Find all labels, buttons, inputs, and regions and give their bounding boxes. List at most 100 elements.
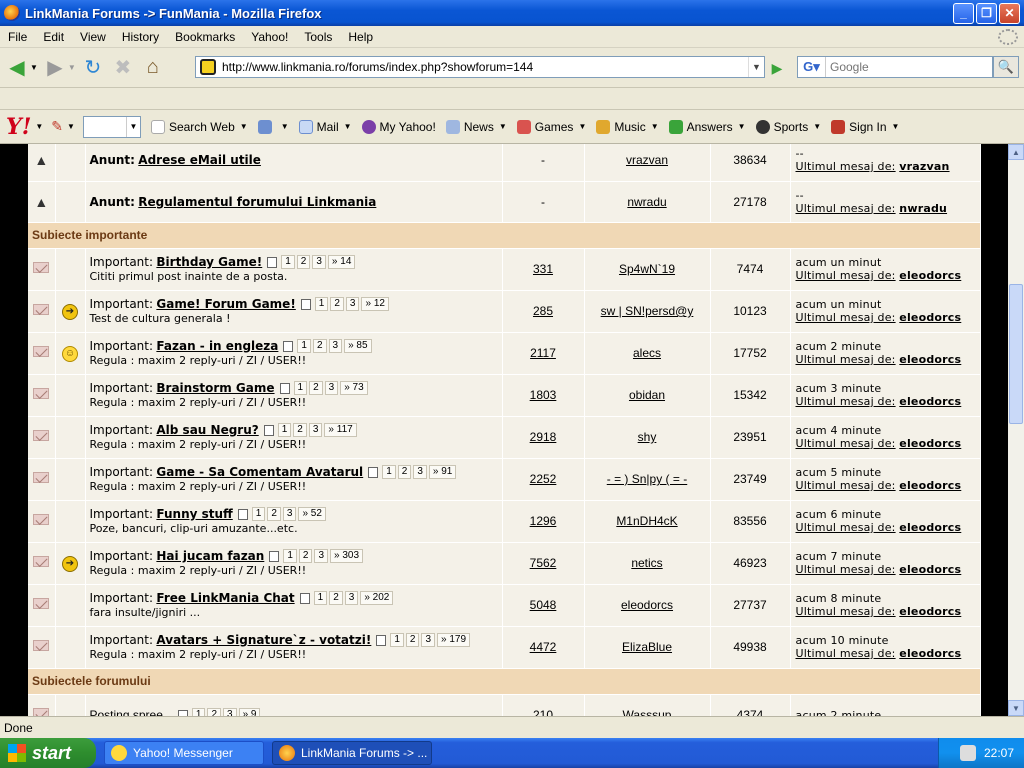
search-web-button[interactable]: Search Web ▼ xyxy=(150,119,248,134)
topic-author-link[interactable]: sw | SN!persd@y xyxy=(601,304,694,318)
topic-replies-link[interactable]: 2252 xyxy=(530,472,557,486)
page-link[interactable]: 1 xyxy=(314,297,329,312)
page-link[interactable]: 1 xyxy=(283,549,297,564)
page-link[interactable]: 3 xyxy=(314,549,329,564)
pencil-icon[interactable]: ✎ xyxy=(51,118,63,135)
topic-replies-link[interactable]: 2918 xyxy=(530,430,557,444)
answers-button[interactable]: Answers ▼ xyxy=(668,119,746,134)
scroll-up-icon[interactable]: ▲ xyxy=(1008,144,1024,160)
page-link[interactable]: 2 xyxy=(405,633,420,648)
page-link[interactable]: 2 xyxy=(309,381,323,396)
menu-file[interactable]: File xyxy=(0,30,35,44)
topic-title-link[interactable]: Posting spree... xyxy=(90,708,173,716)
page-link[interactable]: 3 xyxy=(421,633,436,648)
announcement-author-link[interactable]: nwradu xyxy=(627,195,666,209)
page-link[interactable]: 2 xyxy=(298,549,313,564)
topic-author-link[interactable]: Sp4wN`19 xyxy=(619,262,675,276)
menu-bookmarks[interactable]: Bookmarks xyxy=(167,30,243,44)
page-link[interactable]: 3 xyxy=(223,708,237,716)
last-post-label[interactable]: Ultimul mesaj de: xyxy=(796,269,896,282)
menu-edit[interactable]: Edit xyxy=(35,30,72,44)
mail-dropdown-icon[interactable]: ▼ xyxy=(344,122,352,131)
last-post-label[interactable]: Ultimul mesaj de: xyxy=(796,521,896,534)
topic-replies-link[interactable]: 285 xyxy=(533,304,553,318)
page-link[interactable]: » 52 xyxy=(298,507,326,522)
announcement-author-link[interactable]: vrazvan xyxy=(626,153,668,167)
sports-button[interactable]: Sports ▼ xyxy=(755,119,821,134)
shield-dropdown-icon[interactable]: ▼ xyxy=(281,122,289,131)
page-link[interactable]: » 179 xyxy=(437,633,471,648)
last-post-author[interactable]: eleodorcs xyxy=(899,395,961,408)
restore-button[interactable]: ❐ xyxy=(976,2,997,24)
search-web-dropdown-icon[interactable]: ▼ xyxy=(240,122,248,131)
last-post-label[interactable]: Ultimul mesaj de: xyxy=(796,437,896,450)
page-link[interactable]: 3 xyxy=(344,591,359,606)
last-post-author[interactable]: eleodorcs xyxy=(899,521,961,534)
pencil-dropdown-icon[interactable]: ▼ xyxy=(67,122,75,131)
page-link[interactable]: » 14 xyxy=(327,255,356,270)
vertical-scrollbar[interactable]: ▲ ▼ xyxy=(1008,144,1024,716)
page-link[interactable]: 3 xyxy=(328,339,343,354)
page-link[interactable]: 2 xyxy=(296,255,311,270)
back-arrow-icon[interactable]: ◀ xyxy=(4,55,30,81)
page-link[interactable]: 2 xyxy=(329,591,343,606)
page-link[interactable]: 3 xyxy=(324,381,339,396)
last-post-label[interactable]: Ultimul mesaj de: xyxy=(796,479,896,492)
page-link[interactable]: 1 xyxy=(382,465,396,480)
start-button[interactable]: start xyxy=(0,738,96,768)
topic-author-link[interactable]: eleodorcs xyxy=(621,598,673,612)
topic-title-link[interactable]: Hai jucam fazan xyxy=(156,549,264,563)
page-link[interactable]: » 12 xyxy=(361,297,389,312)
page-link[interactable]: 2 xyxy=(397,465,412,480)
yahoo-search-dropdown-icon[interactable]: ▼ xyxy=(125,116,140,137)
last-post-author[interactable]: eleodorcs xyxy=(899,353,961,366)
page-link[interactable]: » 85 xyxy=(344,339,372,354)
yahoo-search-input[interactable]: ▼ xyxy=(82,115,141,138)
tray-network-icon[interactable] xyxy=(959,745,976,761)
menu-history[interactable]: History xyxy=(114,30,167,44)
page-link[interactable]: 1 xyxy=(277,423,292,438)
stop-icon[interactable]: ✖ xyxy=(110,55,136,81)
topic-author-link[interactable]: obidan xyxy=(629,388,665,402)
page-link[interactable]: 2 xyxy=(267,507,281,522)
last-post-author[interactable]: eleodorcs xyxy=(899,605,961,618)
home-icon[interactable]: ⌂ xyxy=(140,55,166,81)
menu-yahoo[interactable]: Yahoo! xyxy=(243,30,296,44)
news-dropdown-icon[interactable]: ▼ xyxy=(499,122,507,131)
topic-replies-link[interactable]: 331 xyxy=(533,262,553,276)
topic-author-link[interactable]: ElizaBlue xyxy=(622,640,672,654)
yahoo-logo[interactable]: Y! xyxy=(6,114,31,140)
announcement-title-link[interactable]: Regulamentul forumului Linkmania xyxy=(138,195,376,209)
announcement-title-link[interactable]: Adrese eMail utile xyxy=(138,153,261,167)
games-button[interactable]: Games ▼ xyxy=(516,119,586,134)
forward-dropdown-icon[interactable]: ▼ xyxy=(68,63,76,72)
go-arrow-icon[interactable]: ▶ xyxy=(767,59,787,77)
last-post-author[interactable]: eleodorcs xyxy=(899,311,961,324)
page-link[interactable]: 1 xyxy=(191,708,206,716)
topic-replies-link[interactable]: 7562 xyxy=(530,556,557,570)
sports-dropdown-icon[interactable]: ▼ xyxy=(813,122,821,131)
forward-arrow-icon[interactable]: ▶ xyxy=(42,55,68,81)
last-post-author[interactable]: eleodorcs xyxy=(899,437,961,450)
last-post-author[interactable]: eleodorcs xyxy=(899,647,961,660)
topic-replies-link[interactable]: 1296 xyxy=(530,514,557,528)
page-link[interactable]: 1 xyxy=(251,507,266,522)
yahoo-logo-dropdown-icon[interactable]: ▼ xyxy=(35,122,43,131)
scrollbar-thumb[interactable] xyxy=(1009,284,1023,424)
page-link[interactable]: 2 xyxy=(207,708,222,716)
task-firefox[interactable]: LinkMania Forums -> ... xyxy=(272,741,432,765)
menu-view[interactable]: View xyxy=(72,30,114,44)
close-button[interactable]: ✕ xyxy=(999,2,1020,24)
page-link[interactable]: 1 xyxy=(297,339,311,354)
topic-author-link[interactable]: Wasssup xyxy=(623,708,672,716)
scroll-down-icon[interactable]: ▼ xyxy=(1008,700,1024,716)
topic-title-link[interactable]: Game - Sa Comentam Avatarul xyxy=(156,465,363,479)
topic-author-link[interactable]: alecs xyxy=(633,346,661,360)
topic-author-link[interactable]: netics xyxy=(631,556,662,570)
my-yahoo-button[interactable]: My Yahoo! xyxy=(361,119,436,134)
last-post-label[interactable]: Ultimul mesaj de: xyxy=(796,647,896,660)
last-post-label[interactable]: Ultimul mesaj de: xyxy=(796,605,896,618)
topic-author-link[interactable]: shy xyxy=(638,430,657,444)
topic-replies-link[interactable]: 1803 xyxy=(530,388,557,402)
last-post-label[interactable]: Ultimul mesaj de: xyxy=(796,160,896,173)
